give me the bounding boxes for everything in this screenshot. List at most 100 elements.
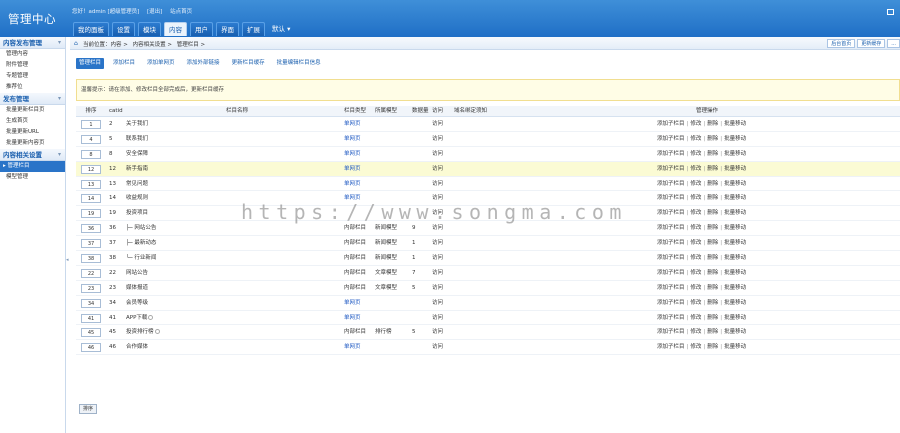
op-link[interactable]: 添加子栏目: [657, 344, 685, 350]
op-link[interactable]: 批量移动: [724, 329, 746, 335]
sort-input[interactable]: 46: [81, 343, 101, 353]
visit-link[interactable]: 访问: [432, 296, 443, 310]
sidebar-section-title[interactable]: 内容发布管理 ▾: [0, 37, 65, 49]
sort-input[interactable]: 4: [81, 134, 101, 144]
op-link[interactable]: 修改: [690, 210, 701, 216]
op-link[interactable]: 批量移动: [724, 315, 746, 321]
op-link[interactable]: 删除: [707, 181, 718, 187]
sub-tab[interactable]: 添加栏目: [110, 58, 138, 69]
visit-link[interactable]: 访问: [432, 236, 443, 250]
op-link[interactable]: 批量移动: [724, 151, 746, 157]
sidebar-item[interactable]: 推荐位: [0, 82, 65, 93]
help-icon[interactable]: [154, 329, 160, 335]
sub-tab[interactable]: 更新栏目缓存: [229, 58, 268, 69]
nav-tab[interactable]: 内容: [164, 22, 187, 36]
op-link[interactable]: 添加子栏目: [657, 121, 685, 127]
op-link[interactable]: 修改: [690, 121, 701, 127]
visit-link[interactable]: 访问: [432, 340, 443, 354]
op-link[interactable]: 添加子栏目: [657, 225, 685, 231]
op-link[interactable]: 删除: [707, 136, 718, 142]
help-icon[interactable]: [148, 314, 154, 320]
op-link[interactable]: 修改: [690, 181, 701, 187]
op-link[interactable]: 批量移动: [724, 300, 746, 306]
op-link[interactable]: 修改: [690, 285, 701, 291]
breadcrumb-item[interactable]: 内容相关设置 >: [133, 42, 172, 48]
sub-tab[interactable]: 添加外部链接: [184, 58, 223, 69]
sort-input[interactable]: 41: [81, 313, 101, 323]
op-link[interactable]: 修改: [690, 225, 701, 231]
sort-input[interactable]: 36: [81, 224, 101, 234]
op-link[interactable]: 删除: [707, 315, 718, 321]
op-link[interactable]: 修改: [690, 300, 701, 306]
visit-link[interactable]: 访问: [432, 251, 443, 265]
op-link[interactable]: 删除: [707, 225, 718, 231]
op-link[interactable]: 批量移动: [724, 225, 746, 231]
sort-input[interactable]: 8: [81, 149, 101, 159]
op-link[interactable]: 批量移动: [724, 121, 746, 127]
sort-input[interactable]: 1: [81, 120, 101, 129]
sidebar-item[interactable]: 批量更新内容页: [0, 138, 65, 149]
op-link[interactable]: 批量移动: [724, 195, 746, 201]
op-link[interactable]: 删除: [707, 240, 718, 246]
op-link[interactable]: 批量移动: [724, 166, 746, 172]
sub-tab[interactable]: 批量编辑栏目信息: [274, 58, 324, 69]
op-link[interactable]: 删除: [707, 344, 718, 350]
op-link[interactable]: 添加子栏目: [657, 136, 685, 142]
sort-input[interactable]: 37: [81, 239, 101, 249]
visit-link[interactable]: 访问: [432, 147, 443, 161]
op-link[interactable]: 修改: [690, 315, 701, 321]
visit-link[interactable]: 访问: [432, 162, 443, 176]
sidebar-item[interactable]: 专题管理: [0, 71, 65, 82]
visit-link[interactable]: 访问: [432, 117, 443, 131]
op-link[interactable]: 删除: [707, 166, 718, 172]
op-link[interactable]: 添加子栏目: [657, 255, 685, 261]
op-link[interactable]: 批量移动: [724, 344, 746, 350]
sort-input[interactable]: 45: [81, 328, 101, 338]
op-link[interactable]: 添加子栏目: [657, 166, 685, 172]
sidebar-item[interactable]: 模型管理: [0, 172, 65, 183]
op-link[interactable]: 批量移动: [724, 210, 746, 216]
op-link[interactable]: 添加子栏目: [657, 181, 685, 187]
backend-home-button[interactable]: 后台首页: [827, 39, 856, 48]
op-link[interactable]: 批量移动: [724, 285, 746, 291]
op-link[interactable]: 修改: [690, 195, 701, 201]
op-link[interactable]: 添加子栏目: [657, 151, 685, 157]
op-link[interactable]: 修改: [690, 240, 701, 246]
sort-input[interactable]: 34: [81, 298, 101, 308]
sub-tab[interactable]: 管理栏目: [76, 58, 105, 69]
op-link[interactable]: 修改: [690, 151, 701, 157]
op-link[interactable]: 添加子栏目: [657, 195, 685, 201]
visit-link[interactable]: 访问: [432, 132, 443, 146]
visit-link[interactable]: 访问: [432, 311, 443, 325]
nav-tab[interactable]: 用户: [190, 22, 213, 36]
op-link[interactable]: 删除: [707, 255, 718, 261]
op-link[interactable]: 删除: [707, 329, 718, 335]
sort-button[interactable]: 排序: [79, 404, 98, 414]
op-link[interactable]: 批量移动: [724, 255, 746, 261]
op-link[interactable]: 删除: [707, 151, 718, 157]
visit-link[interactable]: 访问: [432, 266, 443, 280]
op-link[interactable]: 批量移动: [724, 240, 746, 246]
sidebar-item[interactable]: 生成首页: [0, 116, 65, 127]
op-link[interactable]: 修改: [690, 166, 701, 172]
op-link[interactable]: 修改: [690, 270, 701, 276]
op-link[interactable]: 添加子栏目: [657, 300, 685, 306]
op-link[interactable]: 修改: [690, 329, 701, 335]
sort-input[interactable]: 14: [81, 194, 101, 204]
op-link[interactable]: 删除: [707, 285, 718, 291]
op-link[interactable]: 删除: [707, 121, 718, 127]
op-link[interactable]: 删除: [707, 210, 718, 216]
sidebar-item[interactable]: ▸ 管理栏目: [0, 161, 65, 172]
sidebar-item[interactable]: 批量更新栏目页: [0, 105, 65, 116]
op-link[interactable]: 删除: [707, 195, 718, 201]
nav-tab[interactable]: 模块: [138, 22, 161, 36]
op-link[interactable]: 修改: [690, 344, 701, 350]
sidebar-section-title[interactable]: 发布管理 ▾: [0, 93, 65, 105]
sidebar-section-title[interactable]: 内容相关设置 ▾: [0, 149, 65, 161]
sort-input[interactable]: 22: [81, 268, 101, 278]
op-link[interactable]: 修改: [690, 136, 701, 142]
sidebar-item[interactable]: 管理内容: [0, 49, 65, 60]
sidebar-item[interactable]: 批量更新URL: [0, 127, 65, 138]
visit-link[interactable]: 访问: [432, 281, 443, 295]
op-link[interactable]: 删除: [707, 300, 718, 306]
